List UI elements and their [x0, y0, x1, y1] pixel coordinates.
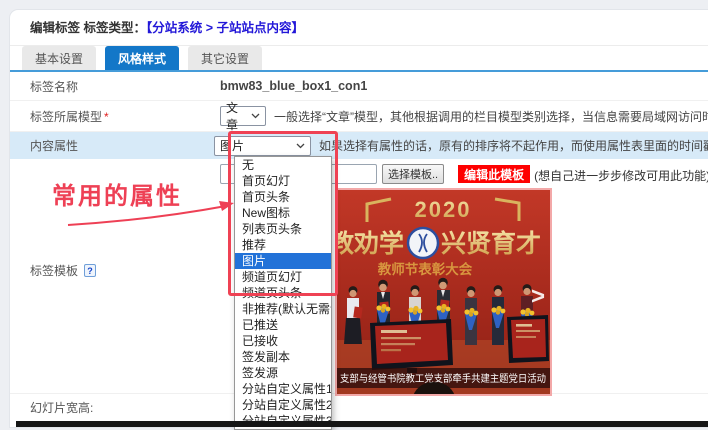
attribute-label: 内容属性	[10, 137, 214, 154]
required-asterisk: *	[104, 110, 109, 124]
banner-year: 2020	[415, 197, 472, 222]
edit-template-button[interactable]: 编辑此模板	[458, 165, 530, 183]
page-title: 编辑标签 标签类型：【分站系统 > 子站站点内容】	[10, 10, 708, 46]
photo-caption-text: 支部与经管书院教工党支部牵手共建主题党日活动	[340, 372, 546, 385]
window-bottom-edge	[16, 421, 708, 427]
annotation-note: 常用的属性	[52, 176, 182, 211]
banner-sub-text: 教师节表彰大会	[378, 261, 473, 277]
dropdown-option[interactable]: 频道页头条	[235, 285, 331, 301]
edit-template-note: (想自己进一步步修改可用此功能)	[534, 167, 708, 184]
form-row-tag-name: 标签名称 bmw83_blue_box1_con1	[10, 72, 708, 101]
tab-item[interactable]: 基本设置	[22, 46, 96, 70]
choose-template-button[interactable]: 选择模板..	[382, 164, 444, 184]
form-row-slide-size: 幻灯片宽高:	[10, 394, 708, 421]
form-row-attribute: 内容属性 图片 如果选择有属性的话，原有的排序将不起作用，而使用属性表里面的时间…	[10, 132, 708, 159]
attribute-dropdown-list: 无首页幻灯首页头条New图标列表页头条推荐图片频道页幻灯频道页头条非推荐(默认无…	[234, 156, 332, 430]
banner-left-text: 教劝学	[337, 229, 404, 258]
banner-right-text: 兴贤育才	[441, 229, 541, 258]
carousel-next-icon[interactable]: >	[531, 283, 545, 310]
dropdown-option[interactable]: 签发副本	[235, 349, 331, 365]
attribute-help-text: 如果选择有属性的话，原有的排序将不起作用，而使用属性表里面的时间戳作为排序条件	[319, 137, 708, 154]
presentation-screen-left	[370, 319, 453, 373]
dropdown-option[interactable]: 推荐	[235, 237, 331, 253]
model-help-text: 一般选择“文章”模型，其他根据调用的栏目模型类别选择，当信息需要局域网访问时必选	[274, 108, 708, 125]
presentation-screen-right	[507, 315, 549, 363]
tag-name-value: bmw83_blue_box1_con1	[220, 79, 367, 93]
dropdown-option[interactable]: 列表页头条	[235, 221, 331, 237]
dropdown-option[interactable]: 已推送	[235, 317, 331, 333]
tab-item[interactable]: 风格样式	[105, 46, 179, 70]
dropdown-option[interactable]: 分站自定义属性2	[235, 397, 331, 413]
page-title-text: 编辑标签 标签类型：	[30, 21, 146, 35]
chevron-down-icon	[296, 143, 305, 149]
dropdown-option[interactable]: 频道页幻灯	[235, 269, 331, 285]
dropdown-option[interactable]: New图标	[235, 205, 331, 221]
slide-size-label: 幻灯片宽高:	[10, 399, 220, 416]
dropdown-option[interactable]: 首页头条	[235, 189, 331, 205]
model-label: 标签所属模型*	[10, 108, 220, 125]
dropdown-option[interactable]: 非推荐(默认无需设置)	[235, 301, 331, 317]
model-select[interactable]: 文章	[220, 106, 266, 126]
tab-item[interactable]: 其它设置	[188, 46, 262, 70]
dropdown-option[interactable]: 分站自定义属性1	[235, 381, 331, 397]
ceremony-photo: 2020 教劝学 兴贤育才 教师节表彰大会	[337, 190, 550, 394]
dropdown-option[interactable]: 首页幻灯	[235, 173, 331, 189]
chevron-down-icon	[251, 113, 260, 119]
tag-name-label: 标签名称	[10, 78, 220, 95]
attribute-select[interactable]: 图片	[214, 136, 311, 156]
tag-preview-photo: 2020 教劝学 兴贤育才 教师节表彰大会	[335, 188, 552, 396]
form-row-model: 标签所属模型* 文章 一般选择“文章”模型，其他根据调用的栏目模型类别选择，当信…	[10, 101, 708, 132]
dropdown-option[interactable]: 图片	[235, 253, 331, 269]
help-question-icon[interactable]: ?	[84, 264, 96, 277]
tabs: 基本设置风格样式其它设置	[10, 46, 708, 72]
dropdown-option[interactable]: 签发源	[235, 365, 331, 381]
breadcrumb: 【分站系统 > 子站站点内容】	[146, 21, 304, 35]
dropdown-option[interactable]: 无	[235, 157, 331, 173]
dropdown-option[interactable]: 已接收	[235, 333, 331, 349]
